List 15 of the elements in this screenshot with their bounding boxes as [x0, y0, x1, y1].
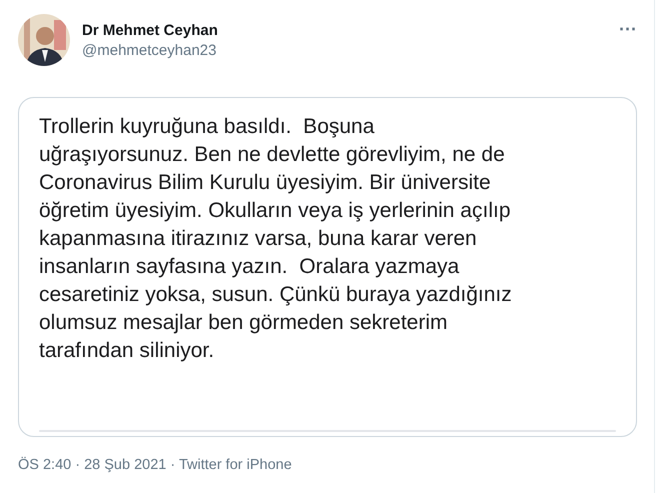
image-text-line: Trollerin kuyruğuna basıldı. Boşuna	[39, 114, 376, 140]
author-name[interactable]: Dr Mehmet Ceyhan	[82, 21, 608, 41]
image-text-line: cesaretiniz yoksa, susun. Çünkü buraya yazdığınız	[39, 282, 513, 308]
more-button[interactable]: ···	[619, 22, 637, 36]
image-text-line: kapanmasına itirazınız varsa, buna karar veren	[39, 226, 478, 252]
tweet-timestamp[interactable]: ÖS 2:40 · 28 Şub 2021 · Twitter for iPhone	[18, 457, 637, 473]
author-handle[interactable]: @mehmetceyhan23	[82, 41, 608, 61]
image-text-line: Coronavirus Bilim Kurulu üyesiyim. Bir üniversite	[39, 170, 492, 196]
text-image[interactable]	[18, 97, 637, 437]
image-text-line: insanların sayfasına yazın. Oralara yazmaya	[39, 254, 460, 280]
image-text-line: tarafından siliniyor.	[39, 338, 216, 364]
image-text-line: olumsuz mesajlar ben görmeden sekreterim	[39, 310, 449, 336]
image-text-line: öğretim üyesiyim. Okulların veya iş yerlerinin açılıp	[39, 198, 512, 224]
avatar[interactable]	[18, 14, 70, 66]
image-text-line: uğraşıyorsunuz. Ben ne devlette görevliyim, ne de	[39, 142, 506, 168]
